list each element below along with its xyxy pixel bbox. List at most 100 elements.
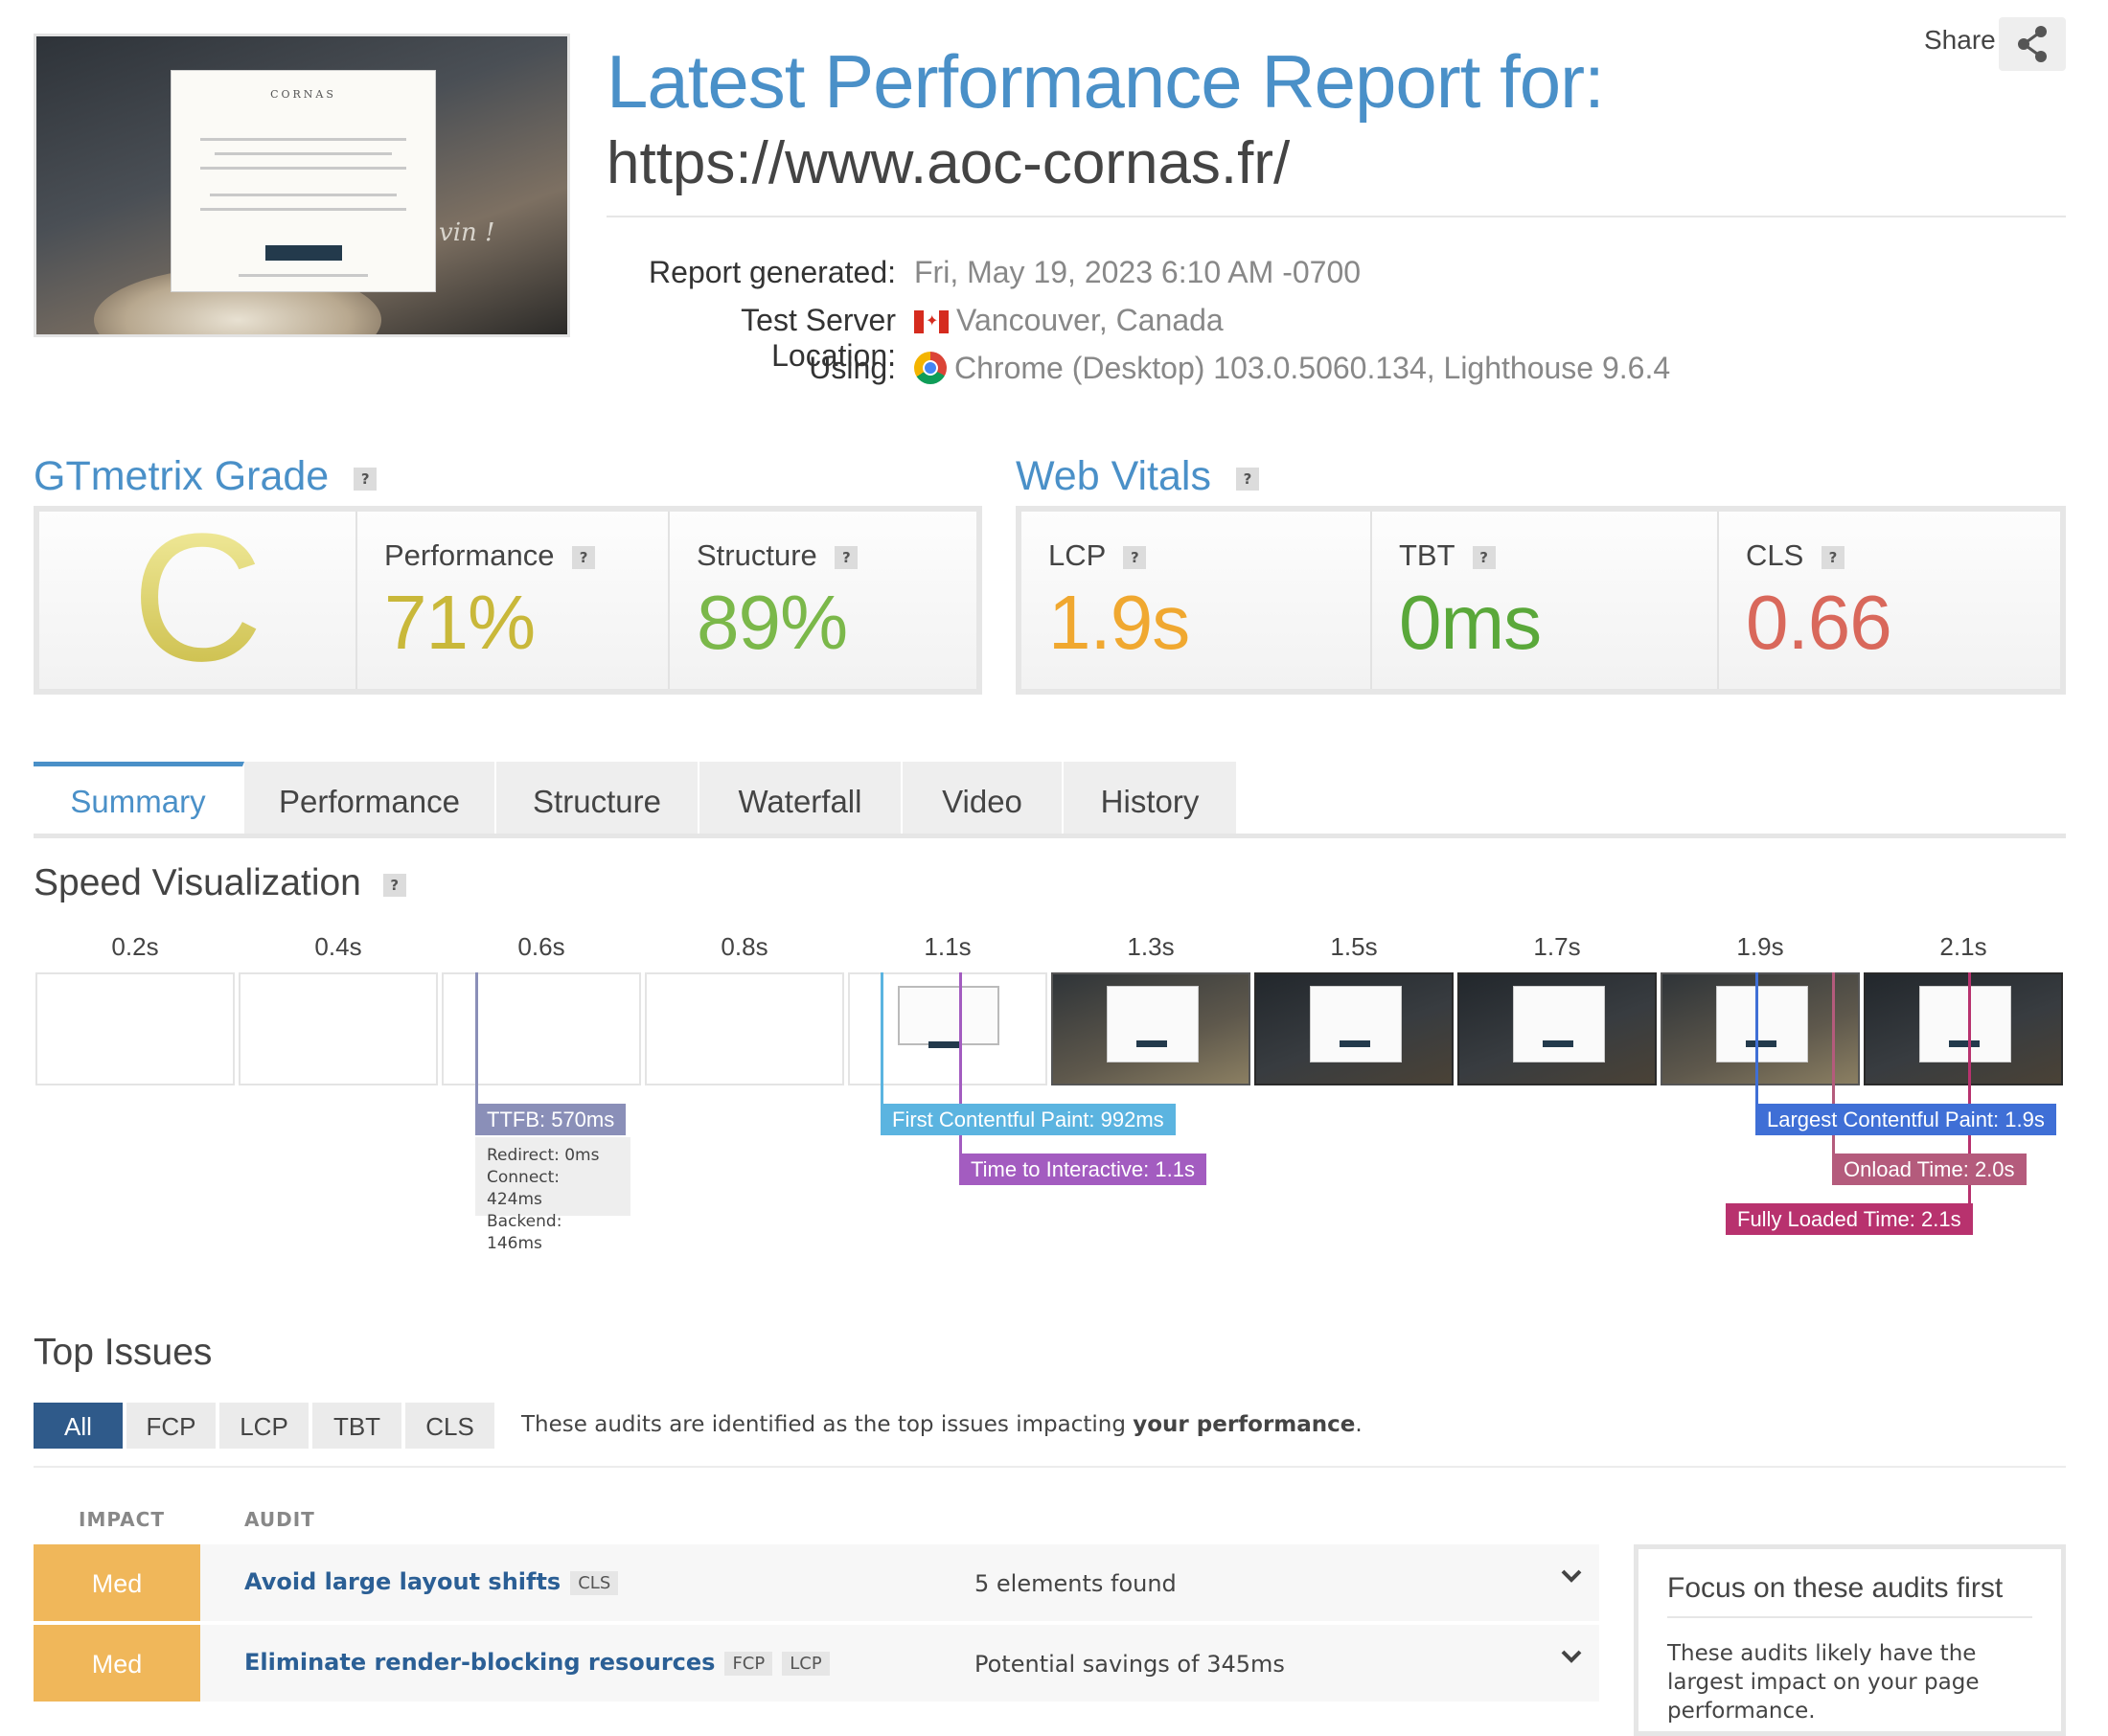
filmstrip-frame[interactable] — [1864, 972, 2063, 1085]
tti-marker-line — [959, 972, 962, 1169]
filmstrip-frame[interactable] — [1254, 972, 1454, 1085]
ttfb-marker-line — [475, 972, 478, 1119]
filter-lcp[interactable]: LCP — [219, 1403, 309, 1449]
filmstrip-frame[interactable] — [239, 972, 438, 1085]
lcp-label-row: LCP ? — [1048, 538, 1147, 573]
location-value-row: Vancouver, Canada — [914, 303, 1224, 338]
performance-label: Performance — [384, 538, 555, 572]
page-screenshot-thumbnail[interactable]: vin ! CORNAS — [34, 34, 570, 337]
tti-marker: Time to Interactive: 1.1s — [959, 1154, 1206, 1185]
speed-help-icon[interactable]: ? — [382, 873, 406, 897]
report-generated-value: Fri, May 19, 2023 6:10 AM -0700 — [914, 255, 1362, 289]
tabs-divider — [34, 834, 2066, 838]
location-value: Vancouver, Canada — [956, 303, 1224, 337]
web-vitals-heading: Web Vitals ? — [1016, 453, 1259, 500]
top-issues-title: Top Issues — [34, 1332, 213, 1373]
audit-tag: FCP — [724, 1652, 773, 1676]
tab-history[interactable]: History — [1064, 762, 1238, 838]
cls-label: CLS — [1746, 538, 1804, 572]
performance-cell: Performance ? 71% — [357, 512, 670, 689]
report-title: Latest Performance Report for: — [607, 39, 1605, 124]
timeline-label: 0.2s — [111, 932, 159, 961]
tbt-cell: TBT ? 0ms — [1372, 512, 1719, 689]
grade-letter: C — [39, 507, 355, 689]
tab-summary[interactable]: Summary — [34, 762, 244, 838]
tab-waterfall[interactable]: Waterfall — [699, 762, 903, 838]
report-generated-label: Report generated: — [649, 255, 896, 289]
tab-video[interactable]: Video — [903, 762, 1064, 838]
filmstrip-frame[interactable] — [1457, 972, 1657, 1085]
filmstrip-frame[interactable] — [645, 972, 844, 1085]
filmstrip-frame[interactable] — [442, 972, 641, 1085]
cls-help-icon[interactable]: ? — [1821, 545, 1844, 569]
using-value-row: Chrome (Desktop) 103.0.5060.134, Lightho… — [914, 351, 1670, 386]
share-button[interactable] — [1999, 17, 2066, 71]
lcp-help-icon[interactable]: ? — [1123, 545, 1147, 569]
thumbnail-text-line — [239, 274, 368, 277]
filmstrip-frame[interactable] — [1661, 972, 1860, 1085]
issues-description-bold: your performance — [1133, 1412, 1356, 1437]
filter-fcp[interactable]: FCP — [126, 1403, 216, 1449]
structure-cell: Structure ? 89% — [670, 512, 976, 689]
focus-audits-text: These audits likely have the largest imp… — [1667, 1641, 1980, 1724]
lcp-marker-line — [1755, 972, 1758, 1119]
frame-modal — [1919, 986, 2011, 1062]
thumbnail-text-line — [210, 194, 397, 196]
thumbnail-modal: CORNAS — [171, 70, 436, 292]
issue-row[interactable]: Med Avoid large layout shifts CLS 5 eleme… — [34, 1544, 1599, 1621]
issues-divider — [34, 1466, 2066, 1468]
frame-modal — [1107, 986, 1199, 1062]
frame-modal — [898, 986, 999, 1048]
performance-help-icon[interactable]: ? — [572, 545, 596, 569]
performance-value: 71% — [384, 580, 536, 665]
audit-name-row: Avoid large layout shifts CLS — [244, 1568, 619, 1595]
filmstrip-frame[interactable] — [1051, 972, 1250, 1085]
report-url[interactable]: https://www.aoc-cornas.fr/ — [607, 129, 1290, 197]
filter-all[interactable]: All — [34, 1403, 123, 1449]
grade-help-icon[interactable]: ? — [354, 467, 378, 491]
impact-badge: Med — [34, 1544, 200, 1621]
tbt-label-row: TBT ? — [1399, 538, 1496, 573]
audit-name[interactable]: Avoid large layout shifts — [244, 1568, 561, 1595]
chrome-icon — [914, 352, 947, 384]
grade-cell: C — [39, 507, 357, 689]
focus-audits-box: Focus on these audits first These audits… — [1634, 1544, 2066, 1736]
tab-structure[interactable]: Structure — [496, 762, 699, 838]
web-vitals-title: Web Vitals — [1016, 453, 1211, 499]
thumbnail-overlay-text: vin ! — [439, 218, 495, 247]
audit-tag: CLS — [570, 1571, 619, 1595]
tab-performance[interactable]: Performance — [244, 762, 496, 838]
using-value: Chrome (Desktop) 103.0.5060.134, Lightho… — [954, 351, 1671, 385]
audit-result: Potential savings of 345ms — [974, 1651, 1285, 1678]
issue-row[interactable]: Med Eliminate render-blocking resources F… — [34, 1625, 1599, 1702]
gtmetrix-grade-title: GTmetrix Grade — [34, 453, 330, 499]
structure-help-icon[interactable]: ? — [835, 545, 859, 569]
tbt-help-icon[interactable]: ? — [1472, 545, 1496, 569]
chevron-down-icon[interactable] — [1559, 1564, 1584, 1595]
chevron-down-icon[interactable] — [1559, 1644, 1584, 1676]
timeline-label: 1.3s — [1127, 932, 1175, 961]
thumbnail-logo: CORNAS — [270, 88, 336, 101]
timeline-label: 0.8s — [721, 932, 768, 961]
audit-column-header: AUDIT — [244, 1508, 315, 1531]
filmstrip-frame[interactable] — [848, 972, 1047, 1085]
filmstrip-frame[interactable] — [35, 972, 235, 1085]
timeline-label: 1.5s — [1330, 932, 1378, 961]
fully-loaded-marker: Fully Loaded Time: 2.1s — [1726, 1203, 1973, 1235]
audit-name[interactable]: Eliminate render-blocking resources — [244, 1649, 715, 1676]
frame-modal — [1310, 986, 1402, 1062]
share-label[interactable]: Share — [1924, 25, 1996, 56]
audit-tag: LCP — [782, 1652, 830, 1676]
share-icon — [2018, 26, 2047, 62]
audit-name-row: Eliminate render-blocking resources FCP LC… — [244, 1649, 830, 1676]
thumbnail-text-line — [200, 208, 406, 211]
onload-marker: Onload Time: 2.0s — [1832, 1154, 2027, 1185]
filter-tbt[interactable]: TBT — [312, 1403, 401, 1449]
onload-marker-line — [1832, 972, 1835, 1169]
ttfb-breakdown: Redirect: 0ms Connect: 424ms Backend: 14… — [475, 1137, 630, 1253]
cls-cell: CLS ? 0.66 — [1719, 512, 2060, 689]
header-divider — [607, 216, 2066, 217]
web-vitals-help-icon[interactable]: ? — [1235, 467, 1259, 491]
speed-visualization-title: Speed Visualization — [34, 862, 361, 903]
filter-cls[interactable]: CLS — [405, 1403, 494, 1449]
